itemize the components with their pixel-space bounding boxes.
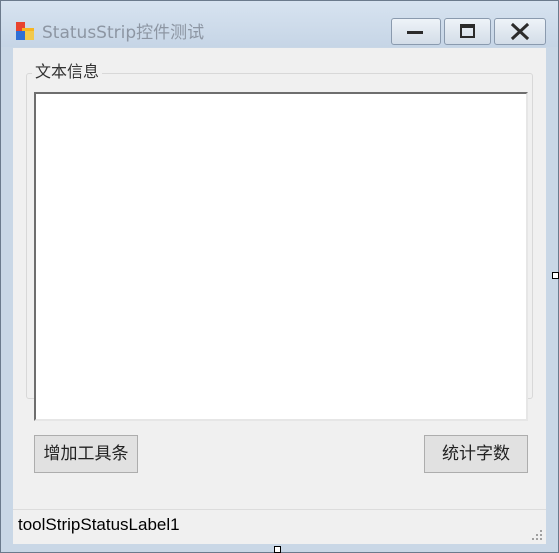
- count-characters-button[interactable]: 统计字数: [424, 435, 528, 473]
- window-title: StatusStrip控件测试: [42, 23, 205, 43]
- windows-forms-app-icon: [15, 21, 35, 41]
- groupbox-label: 文本信息: [32, 60, 103, 84]
- add-toolbar-button[interactable]: 增加工具条: [34, 435, 138, 473]
- close-button[interactable]: [494, 18, 546, 45]
- minimize-button[interactable]: [391, 18, 441, 45]
- resize-grip-icon[interactable]: [531, 526, 543, 540]
- text-info-textbox[interactable]: [34, 92, 528, 421]
- title-bar[interactable]: StatusStrip控件测试: [1, 1, 558, 47]
- status-strip-label: toolStripStatusLabel1: [18, 515, 180, 534]
- maximize-button[interactable]: [444, 18, 491, 45]
- form-client-area: 文本信息 增加工具条 统计字数 toolStripStatusLabel1: [13, 48, 546, 544]
- form-window: StatusStrip控件测试 文本信息 增加工具条 统计字数 toolStri…: [0, 0, 559, 553]
- designer-resize-handle-bottom[interactable]: [274, 546, 281, 553]
- status-strip: toolStripStatusLabel1: [13, 509, 546, 540]
- designer-resize-handle-right[interactable]: [552, 272, 559, 279]
